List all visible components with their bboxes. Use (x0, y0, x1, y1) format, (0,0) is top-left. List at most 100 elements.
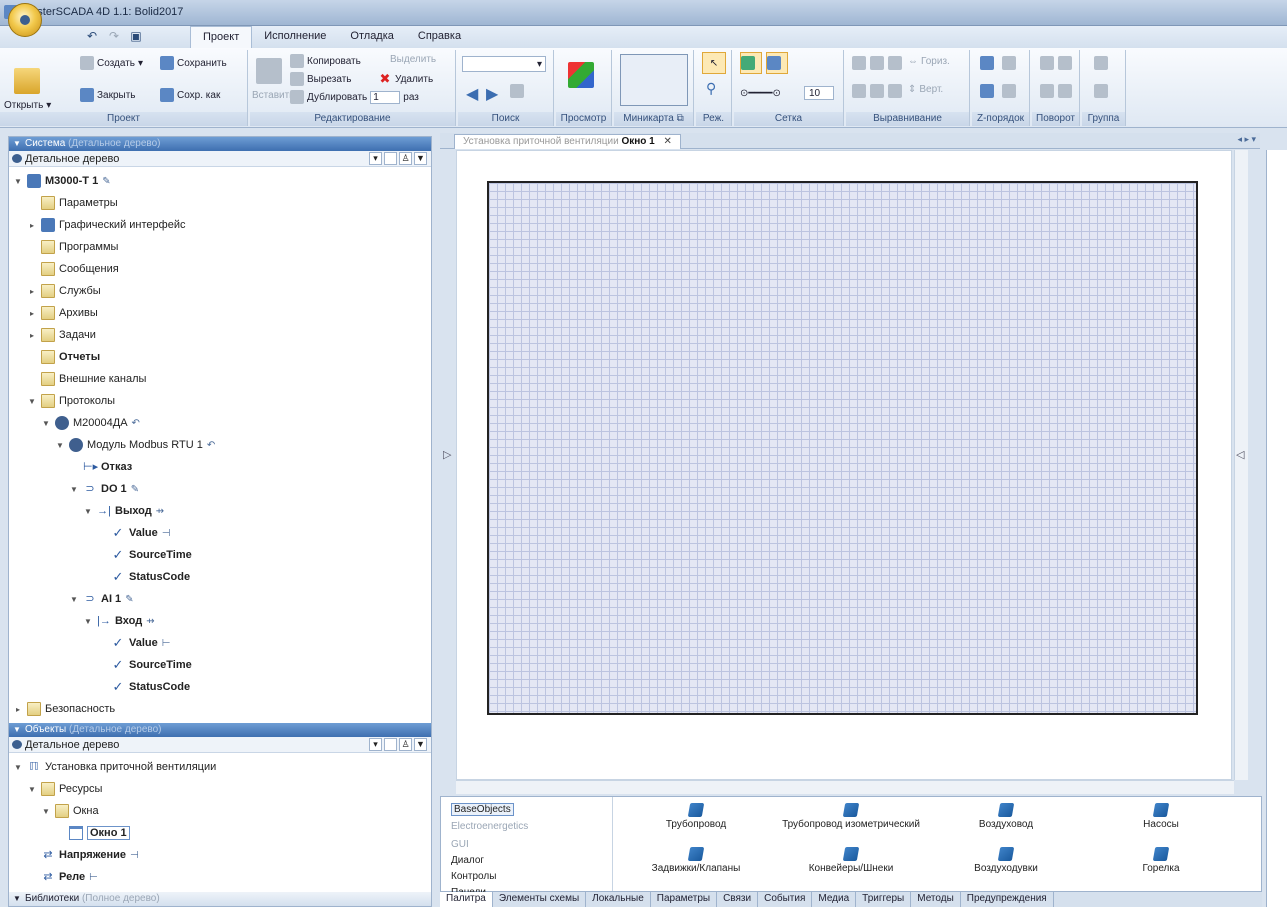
tab-methods[interactable]: Методы (911, 892, 961, 907)
align-left-icon[interactable] (852, 56, 866, 70)
tab-events[interactable]: События (758, 892, 813, 907)
bring-front-icon[interactable] (980, 56, 994, 70)
zoom-icon[interactable]: ⚲ (706, 80, 716, 97)
send-back-icon[interactable] (980, 84, 994, 98)
tree-item-tasks[interactable]: ▸ Задачи (27, 325, 96, 345)
collapse-icon[interactable] (384, 152, 397, 165)
close-icon[interactable]: ✕ (664, 136, 672, 147)
tree-item-windows[interactable]: ▼ Окна (41, 801, 99, 821)
distribute-vert-button[interactable]: ⇕ Верт. (908, 84, 943, 95)
snap-toggle[interactable] (766, 52, 788, 74)
align-top-icon[interactable] (852, 84, 866, 98)
tree-item-params[interactable]: Параметры (27, 193, 118, 213)
dropdown-icon[interactable]: ▾ (369, 152, 382, 165)
tree-item-do1[interactable]: ▼ ⊃ DO 1 ✎ (69, 479, 139, 499)
tree-item-modbus[interactable]: ▼ Модуль Modbus RTU 1 ↶ (55, 435, 215, 455)
find-icon[interactable] (510, 84, 524, 98)
undo-icon[interactable]: ↶ (84, 29, 100, 43)
tree-item-ai-statuscode[interactable]: ✓ StatusCode (111, 677, 191, 697)
group-icon[interactable] (1094, 56, 1108, 70)
palette-item-burner[interactable]: Горелка (1086, 847, 1236, 874)
tree-item-do-statuscode[interactable]: ✓ StatusCode (111, 567, 191, 587)
tab-schema-elements[interactable]: Элементы схемы (493, 892, 587, 907)
back-icon[interactable]: ◀ (466, 84, 478, 104)
tab-debug[interactable]: Отладка (338, 26, 405, 48)
copy-button[interactable]: Копировать (290, 54, 361, 68)
expand-left-icon[interactable]: ▷ (443, 448, 451, 461)
tab-palette[interactable]: Палитра (440, 892, 493, 907)
vertical-scrollbar[interactable] (1234, 150, 1248, 780)
objects-panel-header[interactable]: Объекты (Детальное дерево) (9, 723, 431, 737)
tree-item-messages[interactable]: Сообщения (27, 259, 119, 279)
filter-icon[interactable]: ▼ (414, 152, 427, 165)
distribute-horiz-button[interactable]: ⇔ Гориз. (908, 56, 950, 67)
pointer-tool[interactable]: ↖ (702, 52, 726, 74)
tree-item-m3000[interactable]: ▼ M3000-T 1 ✎ (13, 171, 111, 191)
tree-item-archives[interactable]: ▸ Архивы (27, 303, 98, 323)
grid-toggle[interactable] (740, 52, 762, 74)
bring-forward-icon[interactable] (1002, 56, 1016, 70)
tab-parameters[interactable]: Параметры (651, 892, 718, 907)
tree-item-ai-value[interactable]: ✓ Value ⊢ (111, 633, 171, 653)
tree-item-window1[interactable]: Окно 1 (69, 823, 130, 843)
duplicate-count-input[interactable]: 1 (370, 90, 401, 104)
tree-item-services[interactable]: ▸ Службы (27, 281, 101, 301)
objects-view-selector[interactable]: Детальное дерево ▾ ♙ ▼ (9, 737, 431, 753)
tree-item-ai-sourcetime[interactable]: ✓ SourceTime (111, 655, 192, 675)
tree-item-relay[interactable]: ⇄ Реле ⊢ (41, 867, 97, 887)
category-baseobjects[interactable]: BaseObjects (451, 803, 514, 816)
collapse-icon[interactable] (384, 738, 397, 751)
tree-item-ext-channels[interactable]: Внешние каналы (27, 369, 146, 389)
create-button[interactable]: Создать ▾ (80, 56, 143, 70)
category-dialog[interactable]: Диалог (451, 855, 484, 866)
tree-item-ai1[interactable]: ▼ ⊃ AI 1 ✎ (69, 589, 134, 609)
forward-icon[interactable]: ▶ (486, 84, 498, 104)
users-icon[interactable]: ♙ (399, 738, 412, 751)
horizontal-scrollbar[interactable] (456, 780, 1234, 794)
filter-icon[interactable]: ▼ (414, 738, 427, 751)
tab-execution[interactable]: Исполнение (252, 26, 338, 48)
design-canvas[interactable] (487, 181, 1198, 715)
tab-window1[interactable]: Установка приточной вентиляции Окно 1 ✕ (454, 134, 681, 149)
grid-size-slider[interactable]: ⊙━━━━⊙ (740, 88, 781, 99)
save-icon[interactable]: ▣ (128, 29, 144, 43)
system-panel-header[interactable]: Система (Детальное дерево) (9, 137, 431, 151)
tree-item-fault[interactable]: ⊢▸ Отказ (69, 457, 132, 477)
palette-item-pipeline[interactable]: Трубопровод (621, 803, 771, 830)
align-right-icon[interactable] (888, 56, 902, 70)
tree-item-resources[interactable]: ▼ Ресурсы (27, 779, 102, 799)
users-icon[interactable]: ♙ (399, 152, 412, 165)
tree-item-m20004da[interactable]: ▼ M20004ДА ↶ (41, 413, 140, 433)
paste-button[interactable] (256, 58, 282, 84)
tree-item-output[interactable]: ▼ →| Выход ⇸ (83, 501, 164, 521)
palette-item-pipeline-iso[interactable]: Трубопровод изометрический (776, 803, 926, 830)
tab-warnings[interactable]: Предупреждения (961, 892, 1054, 907)
tree-item-security[interactable]: ▸ Безопасность (13, 699, 115, 719)
palette-item-conveyors[interactable]: Конвейеры/Шнеки (776, 847, 926, 874)
tab-project[interactable]: Проект (190, 26, 253, 48)
ungroup-icon[interactable] (1094, 84, 1108, 98)
palette-item-valves[interactable]: Задвижки/Клапаны (621, 847, 771, 874)
tree-item-do-value[interactable]: ✓ Value ⊣ (111, 523, 171, 543)
send-backward-icon[interactable] (1002, 84, 1016, 98)
flip-vertical-icon[interactable] (1040, 84, 1054, 98)
flip-horizontal-icon[interactable] (1040, 56, 1054, 70)
palette-item-pumps[interactable]: Насосы (1086, 803, 1236, 830)
paste-label[interactable]: Вставить (252, 90, 294, 101)
save-button[interactable]: Сохранить (160, 56, 227, 70)
dropdown-icon[interactable]: ▾ (369, 738, 382, 751)
tab-links[interactable]: Связи (717, 892, 759, 907)
rotate-right-icon[interactable] (1058, 84, 1072, 98)
open-button[interactable] (14, 68, 40, 94)
tree-item-reports[interactable]: Отчеты (27, 347, 100, 367)
tree-item-gui[interactable]: ▸ Графический интерфейс (27, 215, 185, 235)
category-gui[interactable]: GUI (451, 839, 469, 850)
tab-nav-icons[interactable]: ◂ ▸ ▾ (1237, 134, 1256, 145)
expand-right-icon[interactable]: ◁ (1236, 448, 1244, 461)
category-electroenergetics[interactable]: Electroenergetics (451, 821, 528, 832)
align-center-icon[interactable] (870, 56, 884, 70)
cut-button[interactable]: Вырезать (290, 72, 351, 86)
duplicate-button[interactable]: Дублировать 1 раз (290, 90, 419, 104)
palette-item-duct[interactable]: Воздуховод (931, 803, 1081, 830)
minimap-view[interactable] (620, 54, 688, 106)
